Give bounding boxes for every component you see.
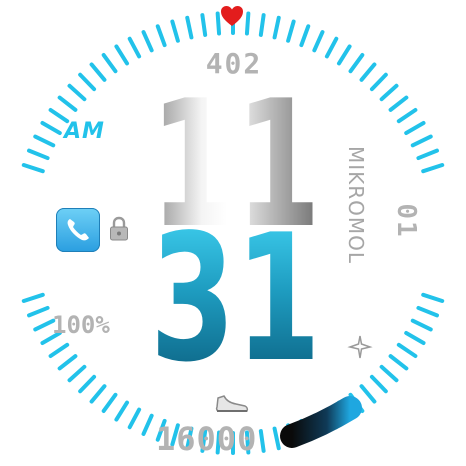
steps-progress xyxy=(280,396,362,448)
